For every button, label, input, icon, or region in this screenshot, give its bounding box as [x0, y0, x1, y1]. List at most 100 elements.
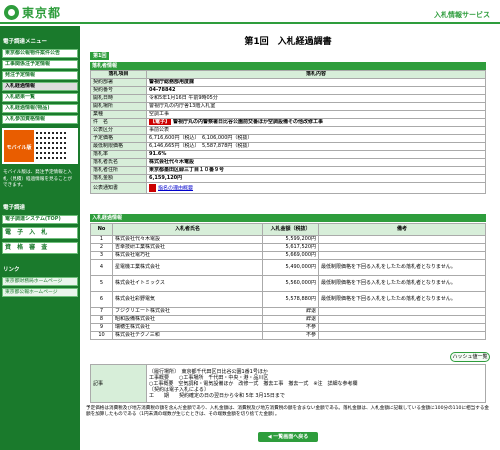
info-row: 開札場所 警視庁丸の内庁舎13階入札室: [90, 102, 486, 111]
bidder-row: 4 星電機工業株式会社 5,490,000円 最低制限価格を下回る入札をしたため落札者…: [90, 259, 486, 276]
sidebar-item-bid-results[interactable]: 入札結果一覧: [2, 93, 78, 102]
bidder-head-amount: 入札金額（税抜）: [262, 223, 319, 236]
info2-row: 最低制限価格 6,146,665円（税込） 5,587,878円（税抜）: [90, 142, 486, 151]
bidder-table: No 入札者氏名 入札金額（税抜） 備考 1 株式会社代々木電設 5,599,200…: [90, 223, 486, 340]
sidebar-item-qualification-review[interactable]: 資 格 審 査: [2, 241, 78, 254]
info-value: 警視庁総務部用度課: [146, 78, 486, 87]
mobile-note: モバイル版は、発注予定情報と入札（見積）経過情報を見ることができます。: [3, 170, 72, 188]
page-title: 第1回 入札経過調書: [244, 37, 332, 47]
hash-list-button[interactable]: ハッシュ値一覧: [450, 352, 490, 362]
info2-value: 6,146,665円（税込） 5,587,878円（税抜）: [146, 142, 486, 151]
bidder-no: 10: [90, 331, 113, 340]
bidder-no: 4: [90, 259, 113, 276]
bidder-amount: 5,490,000円: [262, 259, 319, 276]
link-finance-bureau[interactable]: 東京都財務局ホームページ: [2, 276, 78, 286]
bidder-note: 最低制限価格を下回る入札をしたため落札者となりません。: [318, 275, 486, 292]
info2-value: 事前公表: [146, 126, 486, 135]
info2-row: 落札者住所 東京都墨田区緑三丁目１０番９号: [90, 166, 486, 175]
bidder-note: 最低制限価格を下回る入札をしたため落札者となりません。: [318, 291, 486, 308]
bidder-note: 最低制限価格を下回る入札をしたため落札者となりません。: [318, 259, 486, 276]
pdf-icon: [149, 183, 156, 192]
remarks-value: 〔履行場所〕 東京都千代田区日比谷公園1番1号ほか 工事概要 ○工事場所 千代田…: [146, 364, 486, 403]
info2-label: 落札者氏名: [90, 158, 147, 167]
menu-heading: 電子調達メニュー: [3, 39, 48, 45]
info2-label: 最低制限価格: [90, 142, 147, 151]
info2-label: 落札率: [90, 150, 147, 159]
sidebar-item-bid-progress-goods[interactable]: 入札経過情報(物品): [2, 104, 78, 113]
links-heading: リンク: [3, 266, 20, 273]
notice-link[interactable]: 指名の理由概要: [158, 185, 193, 191]
bidder-no: 1: [90, 235, 113, 244]
bidder-no: 3: [90, 251, 113, 260]
sidebar-item-system-top[interactable]: 電子調達システム(TOP): [2, 214, 78, 224]
bidder-amount: 5,560,000円: [262, 275, 319, 292]
bidder-row: 2 吉幸技研工業株式会社 5,617,520円: [90, 243, 486, 252]
mobile-section: モバイル版: [2, 128, 78, 164]
bidder-amount: 辞退: [262, 307, 319, 316]
info2-row: 落札率 91.6%: [90, 150, 486, 159]
bidder-no: 6: [90, 291, 113, 308]
bidder-head-note: 備考: [318, 223, 486, 236]
bidder-row: 7 フジクリエート株式会社 辞退: [90, 307, 486, 316]
sidebar-item-construction-plan[interactable]: 工事関係注予定情報: [2, 60, 78, 69]
info2-row: 公表区分 事前公表: [90, 126, 486, 135]
info-label: 契約番号: [90, 86, 147, 95]
bidder-amount: 5,669,000円: [262, 251, 319, 260]
bidder-note: [318, 243, 486, 252]
mobile-badge[interactable]: モバイル版: [4, 130, 34, 162]
info-value: 空調工事: [146, 110, 486, 119]
bidder-row: 1 株式会社代々木電設 5,599,200円: [90, 235, 486, 244]
bidder-name: 株式会社電巧社: [112, 251, 263, 260]
info-label: 契約部署: [90, 78, 147, 87]
bidder-info-bar: 入札経過情報: [90, 214, 486, 222]
sidebar-item-koho[interactable]: 東京都公報物件案件公告: [2, 49, 78, 58]
sidebar-item-qualification[interactable]: 入札参加資格情報: [2, 115, 78, 124]
sidebar-item-order-plan[interactable]: 発注予定情報: [2, 71, 78, 80]
tab-round-1[interactable]: 第1回: [90, 52, 110, 60]
link-koho[interactable]: 東京都公報ホームページ: [2, 287, 78, 297]
info-row: 開札日時 令和5年1月16日 午前9時05分: [90, 94, 486, 103]
info2-row: 予定価格 6,716,600円（税込） 6,106,000円（税抜）: [90, 134, 486, 143]
bidder-row: 6 株式会社彩野電気 5,578,880円 最低制限価格を下回る入札をしたため落札者と…: [90, 291, 486, 308]
info-value: 警視庁丸の内庁舎13階入札室: [146, 102, 486, 111]
bidder-name: 昭和設備株式会社: [112, 315, 263, 324]
info2-value: 株式会社代々木電設: [146, 158, 486, 167]
info2-value: 91.6%: [146, 150, 486, 159]
sidebar-item-bid-progress[interactable]: 入札経過情報: [2, 82, 78, 91]
bidder-amount: 不参: [262, 331, 319, 340]
bidder-note: [318, 307, 486, 316]
bidder-note: [318, 331, 486, 340]
bidder-no: 9: [90, 323, 113, 332]
bidder-name: 吉幸技研工業株式会社: [112, 243, 263, 252]
info2-row: 落札金額 6,159,120円: [90, 174, 486, 183]
footnote: 予定価格は消費税及び地方消費税の額を含んだ金額であり、入札金額は、消費税及び地方…: [86, 406, 490, 417]
bidder-no: 5: [90, 275, 113, 292]
bidder-name: 株式会社イトミックス: [112, 275, 263, 292]
remarks-label: 記事: [90, 364, 147, 403]
winner-info-bar: 落札者情報: [90, 62, 486, 70]
sidebar: 電子調達メニュー 東京都公報物件案件公告 工事関係注予定情報 発注予定情報 入札…: [0, 26, 80, 450]
back-to-list-button[interactable]: ◀ 一覧画面へ戻る: [258, 432, 318, 442]
bidder-head-no: No: [90, 223, 113, 236]
info-head-item: 落札項目: [90, 70, 147, 79]
bidder-amount: 不参: [262, 323, 319, 332]
bidder-note: [318, 235, 486, 244]
sidebar-item-e-bidding[interactable]: 電 子 入 札: [2, 226, 78, 239]
info2-label: 予定価格: [90, 134, 147, 143]
subject-value: 警視庁丸の内警察署日比谷公園前交番ほか空調設備その他改修工事: [173, 119, 324, 126]
winner-info-table: 落札項目 落札内容 契約部署 警視庁総務部用度課 契約番号 04-78842 開札日時令…: [90, 70, 486, 194]
bidder-note: [318, 323, 486, 332]
info-head-content: 落札内容: [146, 70, 486, 79]
bidder-name: 株式会社テクノ三和: [112, 331, 263, 340]
page: 東京都 入札情報サービス 電子調達メニュー 東京都公報物件案件公告 工事関係注予…: [0, 0, 500, 450]
bidder-row: 8 昭和設備株式会社 辞退: [90, 315, 486, 324]
header: 東京都 入札情報サービス: [0, 0, 500, 24]
info-value: 令和5年1月16日 午前9時05分: [146, 94, 486, 103]
logo-text: 東京都: [22, 6, 62, 20]
info2-value: 6,159,120円: [146, 174, 486, 183]
info2-label: 落札金額: [90, 174, 147, 183]
main-content: 第1回 入札経過調書 第1回 落札者情報 落札項目 落札内容 契約部署 警視庁総務…: [86, 26, 490, 450]
tokyo-logo[interactable]: 東京都: [4, 5, 61, 20]
bidder-name: フジクリエート株式会社: [112, 307, 263, 316]
bidder-note: [318, 251, 486, 260]
